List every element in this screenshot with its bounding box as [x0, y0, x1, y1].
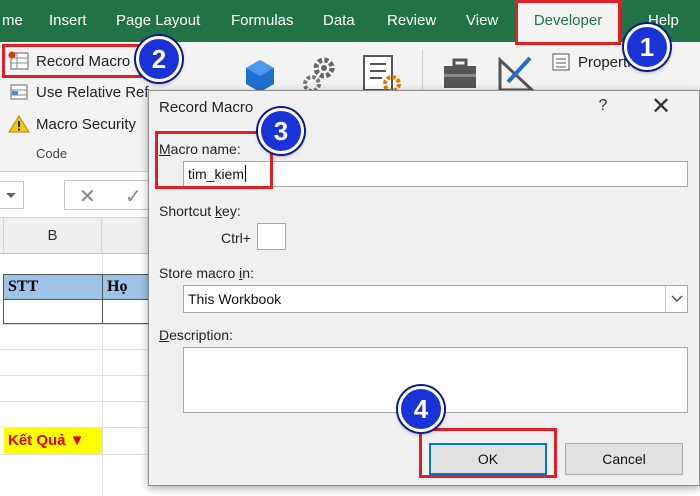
description-label: Description: — [159, 327, 233, 343]
macro-name-label: Macro name: — [159, 141, 241, 157]
data-cell[interactable] — [3, 300, 103, 324]
shortcut-key-label-text: Shortcut — [159, 203, 216, 219]
store-macro-dropdown[interactable]: This Workbook — [183, 285, 688, 313]
use-relative-references-button[interactable]: Use Relative Ref — [8, 80, 149, 104]
store-macro-label-text: Store macro — [159, 265, 240, 281]
ribbon-tab-bar: me Insert Page Layout Formulas Data Revi… — [0, 0, 700, 44]
name-box[interactable] — [0, 181, 24, 209]
text-caret — [245, 165, 247, 182]
description-label-text: escription: — [169, 327, 233, 343]
column-header-b[interactable]: B — [4, 218, 102, 254]
store-macro-value: This Workbook — [188, 291, 282, 307]
tab-data[interactable]: Data — [323, 0, 355, 42]
cancel-button[interactable]: Cancel — [565, 443, 683, 475]
tab-review[interactable]: Review — [387, 0, 436, 42]
store-macro-in-label: Store macro in: — [159, 265, 254, 281]
step-badge-3: 3 — [258, 108, 304, 154]
macro-name-label-accelerator: M — [159, 141, 171, 157]
formula-controls: ✕ ✓ — [64, 180, 154, 210]
warning-icon — [8, 114, 30, 134]
step-badge-4: 4 — [398, 386, 444, 432]
properties-icon — [550, 52, 572, 72]
result-label-cell[interactable]: Kết Quả ▼ — [4, 428, 102, 454]
tab-developer[interactable]: Developer — [516, 0, 620, 44]
shortcut-key-label-accelerator: k — [215, 203, 223, 219]
store-macro-label-suffix: n: — [242, 265, 254, 281]
tab-insert[interactable]: Insert — [49, 0, 87, 42]
tab-view[interactable]: View — [466, 0, 498, 42]
cancel-entry-icon[interactable]: ✕ — [79, 184, 96, 209]
relative-references-icon — [8, 82, 30, 102]
shortcut-key-input[interactable] — [257, 223, 286, 250]
macro-security-button[interactable]: Macro Security — [8, 112, 136, 136]
dialog-title: Record Macro — [159, 99, 254, 116]
step-badge-1: 1 — [624, 24, 670, 70]
ok-button[interactable]: OK — [429, 443, 547, 475]
description-label-accelerator: D — [159, 327, 170, 343]
macro-name-input[interactable]: tim_kiem — [183, 161, 688, 187]
record-macro-icon — [8, 51, 30, 71]
record-macro-label: Record Macro — [36, 52, 131, 70]
code-group-label: Code — [36, 146, 68, 161]
macro-name-value: tim_kiem — [188, 166, 245, 182]
record-macro-button[interactable]: Record Macro — [8, 49, 130, 73]
chevron-down-icon[interactable] — [665, 286, 687, 312]
shortcut-key-label-suffix: ey: — [222, 203, 241, 219]
close-icon[interactable]: ✕ — [649, 93, 673, 121]
ctrl-label: Ctrl+ — [221, 230, 251, 246]
step-badge-2: 2 — [136, 36, 182, 82]
chevron-down-icon — [6, 193, 16, 198]
tab-home[interactable]: me — [2, 0, 23, 42]
macro-name-label-text: acro name: — [170, 141, 241, 157]
help-icon[interactable]: ? — [595, 97, 611, 115]
use-relative-label: Use Relative Ref — [36, 83, 149, 101]
confirm-entry-icon[interactable]: ✓ — [125, 184, 142, 209]
header-cell-stt[interactable]: STT — [3, 274, 103, 300]
shortcut-key-label: Shortcut key: — [159, 203, 241, 219]
tab-formulas[interactable]: Formulas — [231, 0, 294, 42]
macro-security-label: Macro Security — [36, 115, 137, 133]
